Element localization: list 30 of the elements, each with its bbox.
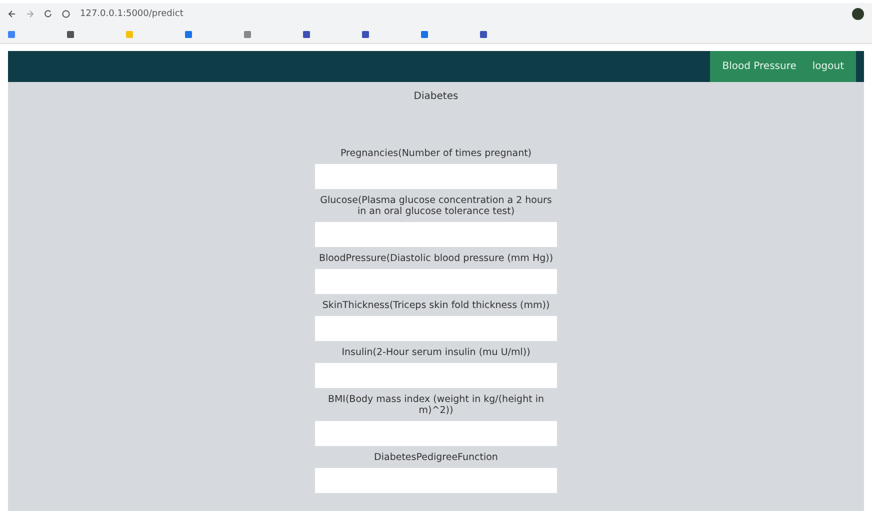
bookmark-icon[interactable] [185, 30, 192, 38]
input-field[interactable] [315, 363, 557, 388]
field-label: BMI(Body mass index (weight in kg/(height in m)^2)) [326, 394, 546, 416]
bookmark-icon[interactable] [421, 30, 428, 38]
back-icon[interactable] [8, 10, 16, 18]
nav-link[interactable]: Blood Pressure [716, 61, 802, 72]
forward-icon[interactable] [26, 10, 34, 18]
field-label: BloodPressure(Diastolic blood pressure (mm Hg)) [318, 253, 554, 264]
input-field[interactable] [315, 316, 557, 341]
input-field[interactable] [315, 468, 557, 493]
input-field[interactable] [315, 421, 557, 446]
field-label: Pregnancies(Number of times pregnant) [339, 148, 533, 159]
bookmark-icon[interactable] [244, 30, 251, 38]
address-bar[interactable]: 127.0.0.1:5000/predict [80, 9, 184, 19]
field-label: Insulin(2-Hour serum insulin (mu U/ml)) [340, 347, 532, 358]
bookmark-icon[interactable] [8, 30, 15, 38]
field-label: Glucose(Plasma glucose concentration a 2 hours in an oral glucose tolerance test) [319, 195, 553, 217]
input-field[interactable] [315, 269, 557, 294]
bookmark-icon[interactable] [362, 30, 369, 38]
bookmark-icon[interactable] [303, 30, 310, 38]
nav-link[interactable]: logout [806, 61, 850, 72]
input-field[interactable] [315, 164, 557, 189]
field-label: DiabetesPedigreeFunction [373, 452, 499, 463]
input-field[interactable] [315, 222, 557, 247]
bookmark-icon[interactable] [480, 30, 487, 38]
profile-icon[interactable] [852, 8, 864, 20]
reload-icon[interactable] [44, 10, 52, 18]
field-label: SkinThickness(Triceps skin fold thickness (mm)) [321, 300, 551, 311]
bookmark-icon[interactable] [67, 30, 74, 38]
page-title: Diabetes [412, 91, 460, 102]
